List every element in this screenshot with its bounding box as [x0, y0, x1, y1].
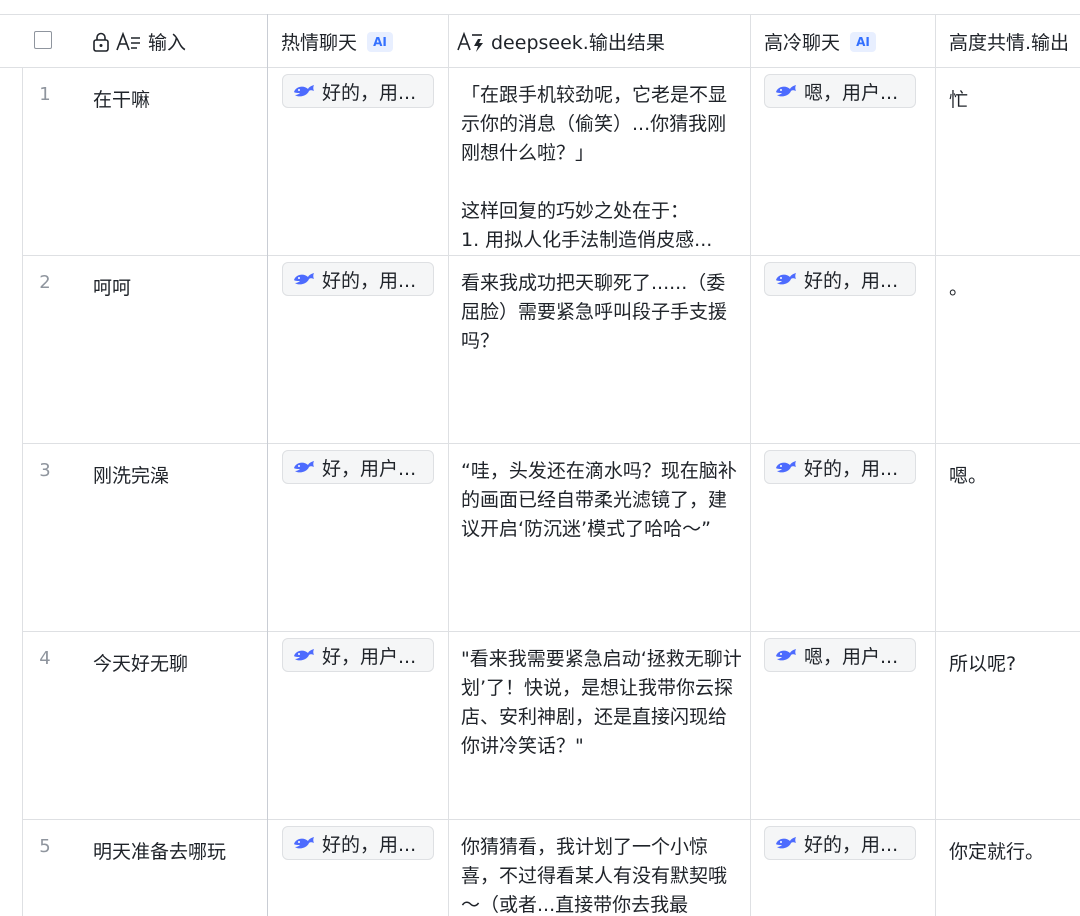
- column-header-empathy-output[interactable]: 高度共情.输出: [949, 15, 1080, 68]
- cold-chat-text: 好的，用...: [804, 457, 899, 480]
- row-number: 4: [39, 648, 51, 669]
- grid-line: [0, 14, 1080, 15]
- cold-chat-text: 嗯，用户...: [804, 645, 899, 668]
- grid-line: [22, 67, 23, 916]
- cold-chat-text: 嗯，用户...: [804, 81, 899, 104]
- deepseek-whale-icon: [775, 647, 797, 663]
- select-all-checkbox[interactable]: [34, 31, 52, 49]
- cold-chat-text: 好的，用...: [804, 269, 899, 292]
- deepseek-output-cell[interactable]: "看来我需要紧急启动‘拯救无聊计划’了！快说，是想让我带你云探店、安利神剧，还是…: [461, 645, 743, 819]
- column-header-empathy-label: 高度共情.输出: [949, 32, 1070, 54]
- warm-chat-text: 好的，用...: [322, 833, 417, 856]
- deepseek-whale-icon: [775, 83, 797, 99]
- deepseek-output-cell[interactable]: “哇，头发还在滴水吗？现在脑补的画面已经自带柔光滤镜了，建议开启‘防沉迷’模式了…: [461, 457, 743, 631]
- cold-chat-cell[interactable]: 嗯，用户...: [764, 638, 916, 672]
- warm-chat-text: 好，用户...: [322, 645, 417, 668]
- column-header-warm-chat[interactable]: 热情聊天 AI: [281, 15, 441, 68]
- row-number: 3: [39, 460, 51, 481]
- grid-line: [935, 14, 936, 916]
- column-header-cold-chat-label: 高冷聊天: [764, 32, 841, 54]
- input-cell[interactable]: 明天准备去哪玩: [93, 837, 226, 864]
- empathy-output-cell[interactable]: 所以呢?: [949, 649, 1016, 676]
- grid-line: [750, 14, 751, 916]
- warm-chat-cell[interactable]: 好，用户...: [282, 450, 434, 484]
- row-number: 2: [39, 272, 51, 293]
- ai-badge: AI: [367, 31, 394, 52]
- deepseek-output-cell[interactable]: 「在跟手机较劲呢，它老是不显示你的消息（偷笑）...你猜我刚刚想什么啦？」 这样…: [461, 81, 743, 255]
- row-number: 1: [39, 84, 51, 105]
- grid-line: [22, 819, 1080, 820]
- cold-chat-cell[interactable]: 好的，用...: [764, 262, 916, 296]
- warm-chat-text: 好，用户...: [322, 457, 417, 480]
- deepseek-whale-icon: [293, 647, 315, 663]
- column-header-warm-chat-label: 热情聊天: [281, 32, 358, 54]
- input-cell[interactable]: 今天好无聊: [93, 649, 188, 676]
- empathy-output-cell[interactable]: 忙: [949, 85, 968, 112]
- warm-chat-cell[interactable]: 好的，用...: [282, 74, 434, 108]
- warm-chat-cell[interactable]: 好的，用...: [282, 826, 434, 860]
- warm-chat-text: 好的，用...: [322, 81, 417, 104]
- grid-line: [0, 67, 1080, 68]
- cold-chat-cell[interactable]: 好的，用...: [764, 450, 916, 484]
- deepseek-output-cell[interactable]: 你猜猜看，我计划了一个小惊喜，不过得看某人有没有默契哦～（或者...直接带你去我…: [461, 833, 743, 916]
- empathy-output-cell[interactable]: 。: [949, 273, 968, 300]
- grid-line: [22, 255, 1080, 256]
- lock-icon: [92, 32, 110, 52]
- cold-chat-text: 好的，用...: [804, 833, 899, 856]
- cold-chat-cell[interactable]: 嗯，用户...: [764, 74, 916, 108]
- cold-chat-cell[interactable]: 好的，用...: [764, 826, 916, 860]
- deepseek-whale-icon: [293, 835, 315, 851]
- column-header-cold-chat[interactable]: 高冷聊天 AI: [764, 15, 924, 68]
- column-header-input-label: 输入: [148, 32, 187, 54]
- column-header-deepseek-output[interactable]: deepseek.输出结果: [457, 15, 747, 68]
- warm-chat-cell[interactable]: 好，用户...: [282, 638, 434, 672]
- deepseek-whale-icon: [293, 83, 315, 99]
- ai-badge: AI: [850, 31, 877, 52]
- deepseek-whale-icon: [775, 459, 797, 475]
- warm-chat-text: 好的，用...: [322, 269, 417, 292]
- deepseek-output-cell[interactable]: 看来我成功把天聊死了......（委屈脸）需要紧急呼叫段子手支援吗？: [461, 269, 743, 443]
- deepseek-whale-icon: [293, 271, 315, 287]
- column-header-input[interactable]: 输入: [92, 15, 262, 68]
- text-field-icon: [116, 31, 142, 52]
- row-number: 5: [39, 836, 51, 857]
- grid-line: [22, 631, 1080, 632]
- deepseek-whale-icon: [293, 459, 315, 475]
- empathy-output-cell[interactable]: 你定就行。: [949, 837, 1044, 864]
- data-table: 输入 热情聊天 AI deepseek.输出结果 高冷聊天 AI 高度共情.输出…: [0, 0, 1080, 916]
- input-cell[interactable]: 呵呵: [93, 273, 131, 300]
- grid-line: [448, 14, 449, 916]
- input-cell[interactable]: 刚洗完澡: [93, 461, 169, 488]
- input-cell[interactable]: 在干嘛: [93, 85, 150, 112]
- column-header-deepseek-label: deepseek.输出结果: [491, 32, 665, 54]
- grid-line: [22, 443, 1080, 444]
- ai-text-field-icon: [457, 31, 485, 53]
- deepseek-whale-icon: [775, 835, 797, 851]
- deepseek-whale-icon: [775, 271, 797, 287]
- warm-chat-cell[interactable]: 好的，用...: [282, 262, 434, 296]
- grid-line: [267, 14, 268, 916]
- empathy-output-cell[interactable]: 嗯。: [949, 461, 987, 488]
